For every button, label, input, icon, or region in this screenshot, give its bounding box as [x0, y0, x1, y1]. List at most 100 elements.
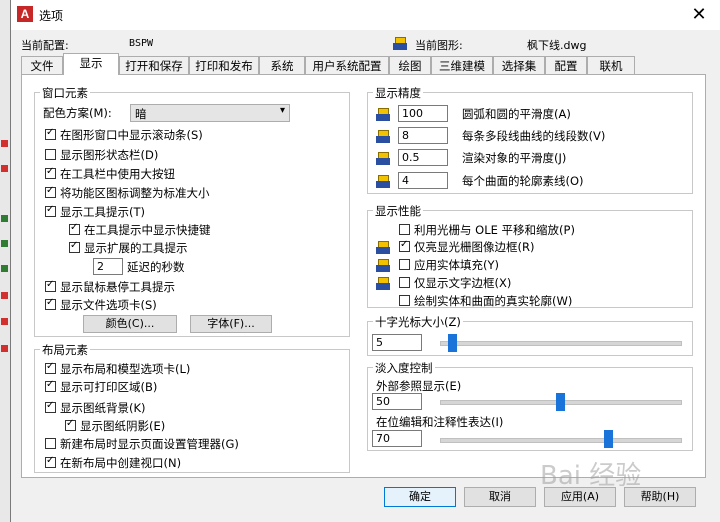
- drawing-icon: [376, 257, 392, 273]
- file-tabs-checkbox[interactable]: [45, 297, 56, 310]
- tab-plot-publish[interactable]: 打印和发布: [189, 56, 259, 74]
- raster-ole-checkbox[interactable]: [399, 224, 410, 235]
- crosshair-size-slider[interactable]: [448, 334, 457, 352]
- printable-area-label: 显示可打印区域(B): [60, 380, 158, 394]
- strip-icon: [1, 240, 8, 247]
- drawing-icon: [376, 239, 392, 255]
- contour-lines-input[interactable]: 4: [398, 172, 448, 189]
- raster-frame-checkbox[interactable]: [399, 239, 410, 252]
- tab-display[interactable]: 显示: [63, 53, 119, 75]
- rollover-tooltips-checkbox[interactable]: [45, 279, 56, 292]
- tab-drafting[interactable]: 绘图: [389, 56, 431, 74]
- delay-seconds-input[interactable]: 2: [93, 258, 123, 275]
- tooltips-checkbox[interactable]: [45, 204, 56, 217]
- current-profile-label: 当前配置:: [21, 39, 69, 52]
- tab-files[interactable]: 文件: [21, 56, 63, 74]
- layout-tabs-checkbox[interactable]: [45, 361, 56, 374]
- shortcut-keys-checkbox[interactable]: [69, 222, 80, 235]
- tab-system[interactable]: 系统: [259, 56, 305, 74]
- drawing-icon: [376, 173, 392, 189]
- status-bar-label: 显示图形状态栏(D): [60, 148, 159, 162]
- colors-button[interactable]: 颜色(C)...: [83, 315, 177, 333]
- arc-smoothness-label: 圆弧和圆的平滑度(A): [462, 107, 571, 121]
- display-performance-group: 显示性能 利用光栅与 OLE 平移和缩放(P) 仅亮显光栅图像边框(R) 应用实…: [367, 203, 693, 308]
- display-resolution-title: 显示精度: [373, 85, 423, 101]
- contour-lines-label: 每个曲面的轮廓素线(O): [462, 174, 584, 188]
- paper-background-checkbox[interactable]: [45, 400, 56, 413]
- tab-online[interactable]: 联机: [587, 56, 635, 74]
- extended-tooltips-checkbox[interactable]: [69, 240, 80, 253]
- window-elements-title: 窗口元素: [40, 85, 90, 101]
- printable-area-checkbox[interactable]: [45, 379, 56, 392]
- current-profile-value: BSPW: [129, 38, 154, 49]
- color-scheme-value: 暗: [135, 107, 147, 121]
- scrollbars-label: 在图形窗口中显示滚动条(S): [60, 128, 203, 142]
- page-setup-manager-label: 新建布局时显示页面设置管理器(G): [60, 437, 239, 451]
- xref-fade-input[interactable]: 50: [372, 393, 422, 410]
- true-silhouettes-label: 绘制实体和曲面的真实轮廓(W): [414, 294, 573, 308]
- polyline-segments-input[interactable]: 8: [398, 127, 448, 144]
- close-button[interactable]: ✕: [683, 2, 715, 28]
- ok-button[interactable]: 确定: [384, 487, 456, 507]
- inplace-fade-input[interactable]: 70: [372, 430, 422, 447]
- strip-icon: [1, 345, 8, 352]
- tab-selection[interactable]: 选择集: [493, 56, 545, 74]
- large-buttons-label: 在工具栏中使用大按钮: [60, 167, 175, 181]
- color-scheme-label: 配色方案(M):: [43, 106, 112, 120]
- cancel-button[interactable]: 取消: [464, 487, 536, 507]
- strip-icon: [1, 318, 8, 325]
- window-elements-group: 窗口元素 配色方案(M): 暗 ▾ 在图形窗口中显示滚动条(S) 显示图形状态栏…: [34, 85, 350, 337]
- page-setup-manager-checkbox[interactable]: [45, 438, 56, 449]
- color-scheme-select[interactable]: 暗 ▾: [130, 104, 290, 122]
- layout-tabs-label: 显示布局和模型选项卡(L): [60, 362, 191, 376]
- strip-icon: [1, 292, 8, 299]
- drawing-icon: [376, 106, 392, 122]
- ribbon-icons-label: 将功能区图标调整为标准大小: [60, 186, 210, 200]
- display-performance-title: 显示性能: [373, 203, 423, 219]
- xref-fade-slider[interactable]: [556, 393, 565, 411]
- window-title: 选项: [39, 9, 64, 23]
- scrollbars-checkbox[interactable]: [45, 127, 56, 140]
- render-smoothness-input[interactable]: 0.5: [398, 149, 448, 166]
- text-frame-checkbox[interactable]: [399, 277, 410, 288]
- inplace-fade-label: 在位编辑和注释性表达(I): [376, 415, 504, 429]
- strip-icon: [1, 165, 8, 172]
- drawing-icon: [376, 150, 392, 166]
- title-bar: A 选项 ✕: [11, 0, 720, 30]
- tab-3d-modeling[interactable]: 三维建模: [431, 56, 493, 74]
- raster-frame-label: 仅亮显光栅图像边框(R): [414, 240, 535, 254]
- solid-fill-checkbox[interactable]: [399, 259, 410, 270]
- arc-smoothness-input[interactable]: 100: [398, 105, 448, 122]
- current-drawing-label: 当前图形:: [415, 39, 463, 52]
- tab-user-preferences[interactable]: 用户系统配置: [305, 56, 389, 74]
- solid-fill-label: 应用实体填充(Y): [414, 258, 499, 272]
- status-bar-checkbox[interactable]: [45, 149, 56, 160]
- render-smoothness-label: 渲染对象的平滑度(J): [462, 151, 567, 165]
- layout-elements-group: 布局元素 显示布局和模型选项卡(L) 显示可打印区域(B) 显示图纸背景(K) …: [34, 342, 350, 473]
- polyline-segments-label: 每条多段线曲线的线段数(V): [462, 129, 606, 143]
- large-buttons-checkbox[interactable]: [45, 166, 56, 179]
- paper-background-label: 显示图纸背景(K): [60, 401, 146, 415]
- strip-icon: [1, 140, 8, 147]
- text-frame-label: 仅显示文字边框(X): [414, 276, 512, 290]
- display-resolution-group: 显示精度 100 圆弧和圆的平滑度(A) 8 每条多段线曲线的线段数(V) 0.…: [367, 85, 693, 194]
- extended-tooltips-label: 显示扩展的工具提示: [84, 241, 188, 255]
- inplace-fade-track: [440, 438, 682, 443]
- tab-profiles[interactable]: 配置: [545, 56, 587, 74]
- inplace-fade-slider[interactable]: [604, 430, 613, 448]
- autocad-logo-icon: A: [17, 6, 33, 22]
- fonts-button[interactable]: 字体(F)...: [190, 315, 272, 333]
- delay-seconds-label: 延迟的秒数: [127, 260, 185, 274]
- create-viewport-label: 在新布局中创建视口(N): [60, 456, 182, 470]
- crosshair-size-input[interactable]: 5: [372, 334, 422, 351]
- paper-shadow-checkbox[interactable]: [65, 418, 76, 431]
- create-viewport-checkbox[interactable]: [45, 455, 56, 468]
- true-silhouettes-checkbox[interactable]: [399, 295, 410, 306]
- raster-ole-label: 利用光栅与 OLE 平移和缩放(P): [414, 223, 575, 237]
- current-drawing-value: 枫下线.dwg: [527, 39, 587, 52]
- ribbon-icons-checkbox[interactable]: [45, 185, 56, 198]
- chevron-down-icon: ▾: [279, 105, 285, 116]
- tab-open-save[interactable]: 打开和保存: [119, 56, 189, 74]
- crosshair-size-title: 十字光标大小(Z): [373, 314, 463, 330]
- options-dialog: A 选项 ✕ 当前配置: BSPW 当前图形: 枫下线.dwg 文件 显示 打开…: [10, 0, 720, 522]
